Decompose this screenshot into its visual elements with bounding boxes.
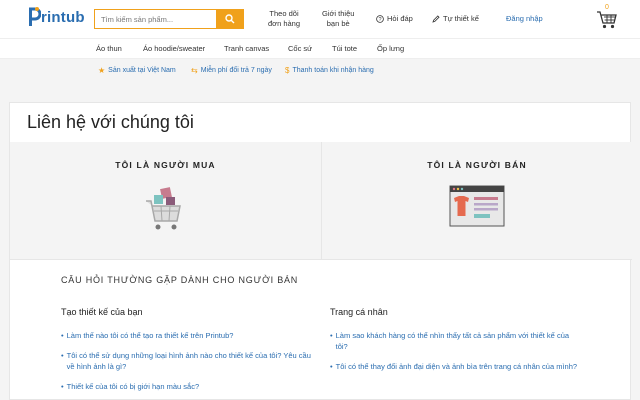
benefit-label: Miễn phí đổi trả 7 ngày — [200, 67, 272, 74]
storefront-window-icon — [449, 185, 505, 227]
page-title: Liên hệ với chúng tôi — [27, 112, 194, 132]
faq-item[interactable]: • Thiết kế của tôi có bị giới hạn màu sắc… — [61, 381, 311, 392]
bullet: • — [61, 382, 64, 391]
category-nav: Áo thun Áo hoodie/sweater Tranh canvas C… — [0, 38, 640, 59]
pencil-icon — [432, 15, 440, 23]
site-header: rintub Theo dõi đơn hàng Giới thiệu bạn … — [0, 0, 640, 38]
track-order-line2: đơn hàng — [268, 19, 301, 28]
refer-friend-line1: Giới thiệu — [322, 9, 355, 18]
category-phone-case[interactable]: Ốp lưng — [377, 44, 404, 53]
cart-icon[interactable] — [596, 6, 618, 30]
money-icon: $ — [285, 66, 290, 75]
refer-friend-link[interactable]: Giới thiệu bạn bè — [322, 9, 354, 29]
self-design-link[interactable]: Tự thiết kế — [432, 14, 479, 24]
category-hoodie[interactable]: Áo hoodie/sweater — [143, 44, 205, 53]
logo-text: rintub — [41, 9, 85, 26]
category-canvas[interactable]: Tranh canvas — [224, 44, 269, 53]
track-order-link[interactable]: Theo dõi đơn hàng — [268, 9, 300, 29]
bullet: • — [330, 331, 333, 340]
bullet: • — [61, 331, 64, 340]
star-icon: ★ — [98, 66, 106, 75]
search-button[interactable] — [216, 10, 243, 28]
benefit-free-return: ⇆ Miễn phí đổi trả 7 ngày — [191, 66, 272, 75]
category-tote[interactable]: Túi tote — [332, 44, 357, 53]
faq-list-create-design: • Làm thế nào tôi có thể tạo ra thiết kế … — [61, 330, 311, 400]
faq-question: Làm thế nào tôi có thể tạo ra thiết kế t… — [66, 331, 234, 340]
return-icon: ⇆ — [191, 66, 198, 75]
refer-friend-line2: bạn bè — [326, 19, 350, 28]
faq-column-title: Trang cá nhân — [330, 307, 388, 317]
faq-heading: CÂU HỎI THƯỜNG GẶP DÀNH CHO NGƯỜI BÁN — [61, 275, 299, 285]
category-mug[interactable]: Cốc sứ — [288, 44, 312, 53]
faq-item[interactable]: • Tôi có thể thay đổi ảnh đại diện và ảnh… — [330, 361, 580, 372]
tab-seller[interactable]: TÔI LÀ NGƯỜI BÁN — [321, 142, 632, 259]
help-link[interactable]: ? Hỏi đáp — [376, 14, 413, 24]
benefit-made-in-vn: ★ Sản xuất tại Việt Nam — [98, 66, 176, 75]
faq-item[interactable]: • Làm sao khách hàng có thể nhìn thấy tất… — [330, 330, 580, 352]
question-icon: ? — [376, 15, 384, 23]
bullet: • — [330, 362, 333, 371]
benefit-label: Sản xuất tại Việt Nam — [108, 67, 176, 74]
category-tshirt[interactable]: Áo thun — [96, 44, 122, 53]
faq-item[interactable]: • Tôi có thể sử dụng những loại hình ảnh … — [61, 350, 311, 372]
search-icon — [224, 14, 234, 24]
faq-question: Tôi có thể thay đổi ảnh đại diện và ảnh … — [335, 362, 578, 371]
help-label: Hỏi đáp — [387, 14, 413, 23]
faq-question: Thiết kế của tôi có bị giới hạn màu sắc? — [66, 382, 200, 391]
search-box — [94, 9, 244, 29]
benefits-bar: ★ Sản xuất tại Việt Nam ⇆ Miễn phí đổi t… — [0, 59, 640, 81]
track-order-line1: Theo dõi — [269, 9, 299, 18]
tab-buyer-label: TÔI LÀ NGƯỜI MUA — [115, 160, 216, 170]
faq-question: Tôi có thể sử dụng những loại hình ảnh n… — [66, 351, 311, 371]
login-link[interactable]: Đăng nhập — [506, 14, 543, 24]
benefit-cod: $ Thanh toán khi nhận hàng — [285, 66, 374, 75]
faq-list-profile: • Làm sao khách hàng có thể nhìn thấy tất… — [330, 330, 580, 381]
faq-column-title: Tạo thiết kế của bạn — [61, 307, 143, 317]
faq-item[interactable]: • Làm thế nào tôi có thể tạo ra thiết kế … — [61, 330, 311, 341]
self-design-label: Tự thiết kế — [443, 14, 479, 23]
svg-text:?: ? — [378, 17, 381, 23]
shopping-cart-icon — [145, 187, 181, 230]
tabs-divider — [10, 259, 632, 260]
search-input[interactable] — [95, 10, 216, 28]
printub-logo-icon — [29, 7, 41, 26]
tab-buyer[interactable]: TÔI LÀ NGƯỜI MUA — [10, 142, 321, 259]
bullet: • — [61, 351, 64, 360]
logo[interactable]: rintub — [27, 6, 85, 27]
faq-question: Làm sao khách hàng có thể nhìn thấy tất … — [335, 331, 570, 351]
contact-card: Liên hệ với chúng tôi TÔI LÀ NGƯỜI MUA T… — [9, 102, 632, 400]
tab-seller-label: TÔI LÀ NGƯỜI BÁN — [427, 160, 527, 170]
benefit-label: Thanh toán khi nhận hàng — [292, 67, 374, 74]
